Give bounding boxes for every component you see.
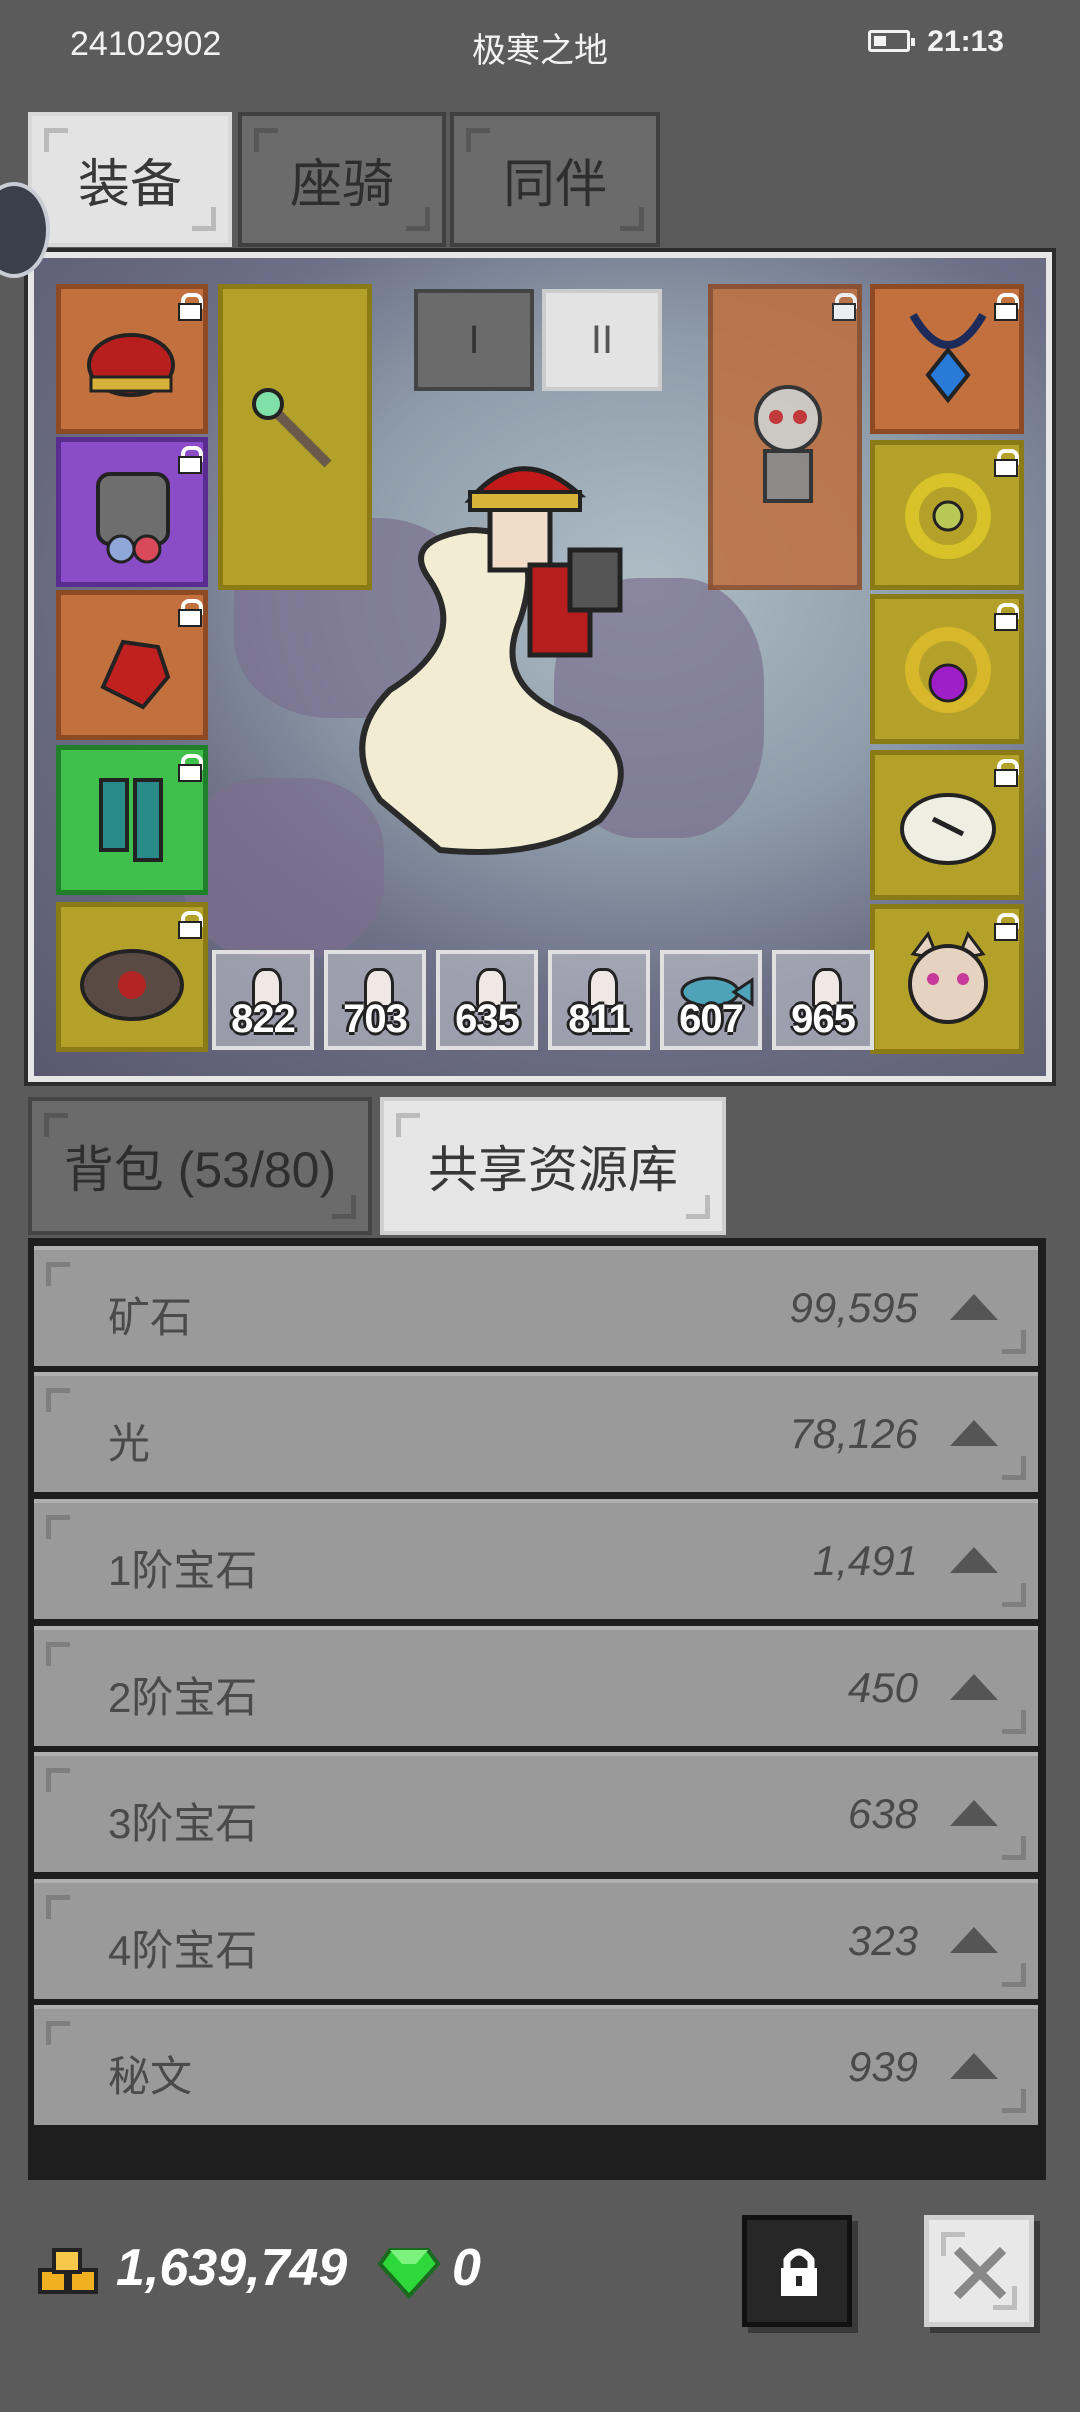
resource-name: 4阶宝石 [108, 1927, 258, 1974]
page-button-1[interactable]: I [414, 289, 534, 391]
list-item[interactable]: 4阶宝石 323 [34, 1879, 1038, 1999]
list-item[interactable]: 秘文 939 [34, 2005, 1038, 2125]
tab-companion[interactable]: 同伴 [450, 112, 660, 247]
page-button-2[interactable]: II [542, 289, 662, 391]
close-button[interactable] [924, 2215, 1034, 2327]
slot-companion[interactable] [708, 284, 862, 590]
armor-icon [96, 472, 170, 564]
boots-icon [99, 778, 163, 862]
tab-companion-label: 同伴 [502, 156, 607, 214]
tab-equipment[interactable]: 装备 [28, 112, 232, 247]
amulet-icon [909, 312, 987, 404]
slot-boots[interactable] [56, 745, 208, 895]
tab-mount[interactable]: 座骑 [238, 112, 446, 247]
consumable-slot-3[interactable]: 635 [436, 950, 538, 1050]
resource-value: 1,491 [812, 1537, 918, 1584]
cat-pet-icon [908, 930, 988, 1024]
slot-armor[interactable] [56, 437, 208, 587]
resource-name: 2阶宝石 [108, 1674, 258, 1721]
resource-name: 1阶宝石 [108, 1547, 258, 1594]
page-button-2-label: II [590, 317, 614, 362]
slot-pet[interactable] [870, 904, 1024, 1054]
consumable-slot-2[interactable]: 703 [324, 950, 426, 1050]
expand-up-icon[interactable] [950, 1547, 998, 1573]
slot-mask[interactable] [870, 750, 1024, 900]
slot-bag[interactable] [56, 902, 208, 1052]
resource-value: 78,126 [789, 1410, 918, 1457]
resource-value: 99,595 [789, 1284, 918, 1331]
consumable-count: 965 [791, 997, 856, 1041]
consumable-count: 607 [679, 997, 744, 1041]
resource-name: 矿石 [108, 1294, 193, 1341]
lock-icon [177, 293, 203, 321]
red-helmet-icon [87, 333, 175, 397]
lock-icon [177, 911, 203, 939]
expand-up-icon[interactable] [950, 1420, 998, 1446]
clock: 21:13 [927, 25, 1004, 58]
mask-icon [900, 793, 996, 865]
slot-ring-2[interactable] [870, 594, 1024, 744]
location-title: 极寒之地 [472, 32, 608, 70]
battery-icon [868, 30, 915, 52]
page-button-1-label: I [468, 317, 480, 362]
tab-equipment-label: 装备 [77, 156, 182, 214]
list-item[interactable]: 矿石 99,595 [34, 1246, 1038, 1366]
slot-ring-1[interactable] [870, 440, 1024, 590]
hero-character [359, 466, 624, 855]
resource-value: 323 [847, 1917, 918, 1964]
resource-name: 秘文 [108, 2053, 193, 2100]
list-item[interactable]: 3阶宝石 638 [34, 1752, 1038, 1872]
expand-up-icon[interactable] [950, 1674, 998, 1700]
purple-ring-icon [905, 627, 991, 713]
resource-value: 939 [847, 2043, 918, 2090]
expand-up-icon[interactable] [950, 1800, 998, 1826]
tab-mount-label: 座骑 [289, 156, 394, 214]
consumable-count: 822 [231, 997, 296, 1041]
gem-amount: 0 [452, 2239, 481, 2297]
expand-up-icon[interactable] [950, 2053, 998, 2079]
resource-name: 光 [108, 1420, 151, 1467]
resource-value: 450 [847, 1664, 918, 1711]
status-bar: 24102902 极寒之地 21:13 [0, 0, 1080, 90]
list-item[interactable]: 2阶宝石 450 [34, 1626, 1038, 1746]
gold-icon [38, 2248, 98, 2294]
consumable-count: 811 [568, 997, 631, 1041]
consumable-slot-1[interactable]: 822 [212, 950, 314, 1050]
lock-icon [781, 2248, 817, 2296]
lock-button[interactable] [742, 2215, 852, 2327]
glove-icon [100, 639, 171, 710]
slot-gloves[interactable] [56, 590, 208, 740]
lock-icon [831, 293, 857, 321]
tab-shared-storage-label: 共享资源库 [428, 1142, 678, 1198]
consumable-slot-6[interactable]: 965 [772, 950, 874, 1050]
tab-shared-storage[interactable]: 共享资源库 [380, 1097, 726, 1235]
tab-backpack[interactable]: 背包 (53/80) [28, 1097, 372, 1235]
skull-companion-icon [754, 385, 822, 503]
gold-amount: 1,639,749 [116, 2239, 348, 2297]
tab-backpack-label: 背包 (53/80) [63, 1142, 337, 1198]
list-item[interactable]: 光 78,126 [34, 1372, 1038, 1492]
backpack-icon [80, 949, 184, 1021]
resource-value: 638 [847, 1790, 918, 1837]
slot-amulet[interactable] [870, 284, 1024, 434]
gem-icon [378, 2248, 440, 2299]
close-icon [953, 2246, 1007, 2300]
list-item[interactable]: 1阶宝石 1,491 [34, 1499, 1038, 1619]
resource-name: 3阶宝石 [108, 1800, 258, 1847]
resource-list[interactable]: 矿石 99,595 光 78,126 1阶宝石 1,491 2阶宝石 450 3… [28, 1238, 1046, 2180]
slot-helmet[interactable] [56, 284, 208, 434]
consumable-slot-5[interactable]: 607 [660, 950, 762, 1050]
expand-up-icon[interactable] [950, 1294, 998, 1320]
consumable-count: 635 [455, 997, 520, 1041]
expand-up-icon[interactable] [950, 1927, 998, 1953]
consumable-count: 703 [343, 997, 408, 1041]
consumable-slot-4[interactable]: 811 [548, 950, 650, 1050]
ring-icon [905, 473, 991, 559]
